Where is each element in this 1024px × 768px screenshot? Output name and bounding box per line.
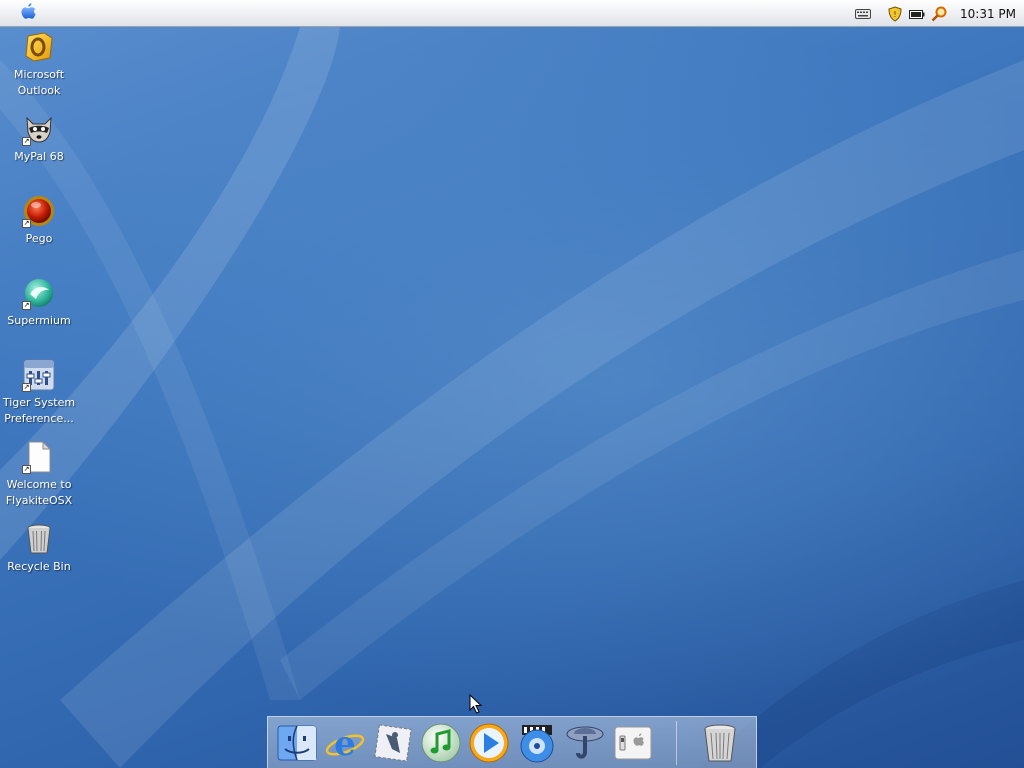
raccoon-icon: ↗ (22, 112, 56, 146)
system-tray: ! 10:31 PM (854, 4, 1016, 24)
svg-text:e: e (334, 724, 356, 764)
internet-explorer-icon[interactable]: e (322, 720, 368, 766)
recycle-bin-icon (22, 522, 56, 556)
dock: e (267, 716, 757, 768)
mail-icon[interactable] (370, 720, 416, 766)
quicktime-icon[interactable] (466, 720, 512, 766)
desktop-icon-label: MyPal 68 (14, 150, 64, 163)
shortcut-arrow-icon: ↗ (22, 219, 31, 228)
desktop-icon-welcome-to-flyakiteosx[interactable]: ↗ Welcome to FlyakiteOSX (2, 440, 76, 509)
system-preferences-icon[interactable] (610, 720, 656, 766)
desktop-icon-label: Welcome to FlyakiteOSX (5, 478, 73, 507)
mouse-cursor-icon (469, 694, 483, 714)
desktop-icon-label: Microsoft Outlook (13, 68, 65, 97)
supermium-icon: ↗ (22, 276, 56, 310)
desktop-icon-supermium[interactable]: ↗ Supermium (2, 276, 76, 329)
shortcut-arrow-icon: ↗ (22, 465, 31, 474)
sherlock-icon[interactable] (562, 720, 608, 766)
menu-bar: ! 10:31 PM (0, 0, 1024, 27)
itunes-icon[interactable] (418, 720, 464, 766)
dvd-player-icon[interactable] (514, 720, 560, 766)
desktop-icon-label: Recycle Bin (7, 560, 71, 573)
menu-bar-clock[interactable]: 10:31 PM (960, 7, 1016, 21)
shortcut-arrow-icon: ↗ (22, 137, 31, 146)
search-icon[interactable] (930, 5, 948, 23)
outlook-icon (22, 30, 56, 64)
desktop-icon-recycle-bin[interactable]: Recycle Bin (2, 522, 76, 575)
dock-separator (676, 720, 677, 765)
desktop-icon-pego[interactable]: ↗ Pego (2, 194, 76, 247)
desktop-icon-mypal-68[interactable]: ↗ MyPal 68 (2, 112, 76, 165)
desktop-icon-microsoft-outlook[interactable]: Microsoft Outlook (2, 30, 76, 99)
finder-icon[interactable] (274, 720, 320, 766)
keyboard-icon[interactable] (854, 5, 872, 23)
svg-text:!: ! (893, 10, 896, 19)
desktop-icon-label: Supermium (7, 314, 71, 327)
trash-icon[interactable] (697, 720, 743, 766)
apple-menu-icon[interactable] (18, 2, 38, 24)
shortcut-arrow-icon: ↗ (22, 383, 31, 392)
battery-icon[interactable] (908, 5, 926, 23)
red-orb-icon: ↗ (22, 194, 56, 228)
document-icon: ↗ (22, 440, 56, 474)
shortcut-arrow-icon: ↗ (22, 301, 31, 310)
security-shield-icon[interactable]: ! (886, 5, 904, 23)
desktop-icon-label: Pego (25, 232, 53, 245)
desktop-icon-label: Tiger System Preference... (2, 396, 76, 425)
desktop-icon-tiger-system-preferences[interactable]: ↗ Tiger System Preference... (2, 358, 76, 427)
system-preferences-icon: ↗ (22, 358, 56, 392)
desktop-wallpaper (0, 27, 1024, 768)
